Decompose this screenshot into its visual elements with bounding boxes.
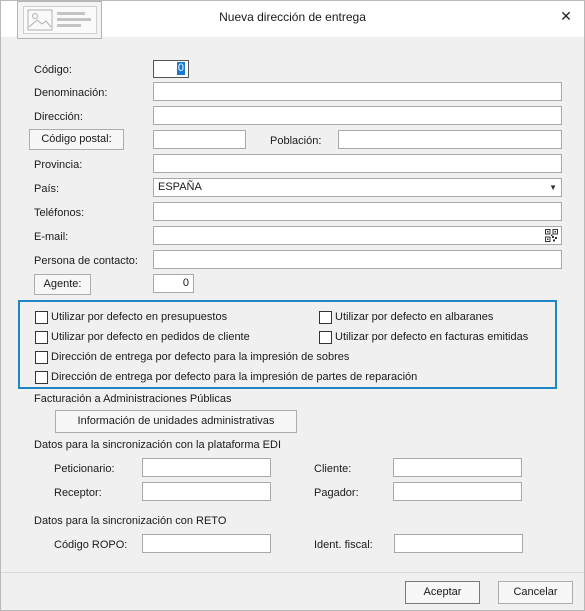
facturas-checkbox[interactable] [319,331,332,344]
agente-input[interactable]: 0 [153,274,194,293]
title-bar: Nueva dirección de entrega ✕ [1,1,584,39]
persona-contacto-label: Persona de contacto: [34,255,138,267]
direccion-input[interactable] [153,106,562,125]
receptor-label: Receptor: [54,487,102,499]
codigo-ropo-input[interactable] [142,534,271,553]
pagador-label: Pagador: [314,487,359,499]
reto-heading: Datos para la sincronización con RETO [34,515,227,527]
footer-bar [1,572,584,610]
administraciones-heading: Facturación a Administraciones Públicas [34,393,232,405]
pedidos-checkbox[interactable] [35,331,48,344]
receptor-input[interactable] [142,482,271,501]
poblacion-label: Población: [270,135,322,147]
dialog-window: Nueva dirección de entrega ✕ Código: 0 D… [0,0,585,611]
codigo-postal-input[interactable] [153,130,246,149]
denominacion-input[interactable] [153,82,562,101]
qr-code-icon[interactable] [545,229,558,242]
cancel-button[interactable]: Cancelar [498,581,573,604]
facturas-label[interactable]: Utilizar por defecto en facturas emitida… [335,331,528,343]
sobres-checkbox[interactable] [35,351,48,364]
presupuestos-label[interactable]: Utilizar por defecto en presupuestos [51,311,227,323]
dropdown-arrow-icon[interactable]: ▼ [549,179,557,196]
ident-fiscal-label: Ident. fiscal: [314,539,373,551]
peticionario-label: Peticionario: [54,463,115,475]
poblacion-input[interactable] [338,130,562,149]
pedidos-label[interactable]: Utilizar por defecto en pedidos de clien… [51,331,250,343]
pais-value: ESPAÑA [158,181,202,193]
close-icon[interactable]: ✕ [556,6,576,26]
presupuestos-checkbox[interactable] [35,311,48,324]
window-title: Nueva dirección de entrega [219,10,366,24]
persona-contacto-input[interactable] [153,250,562,269]
cliente-input[interactable] [393,458,522,477]
pais-select[interactable]: ESPAÑA ▼ [153,178,562,197]
pais-label: País: [34,183,60,195]
email-input[interactable] [153,226,562,245]
codigo-label: Código: [34,64,72,76]
albaranes-checkbox[interactable] [319,311,332,324]
albaranes-label[interactable]: Utilizar por defecto en albaranes [335,311,493,323]
direccion-label: Dirección: [34,111,83,123]
provincia-label: Provincia: [34,159,83,171]
pagador-input[interactable] [393,482,522,501]
cliente-label: Cliente: [314,463,352,475]
accept-button[interactable]: Aceptar [405,581,480,604]
codigo-ropo-label: Código ROPO: [54,539,128,551]
partes-label[interactable]: Dirección de entrega por defecto para la… [51,371,417,383]
edi-heading: Datos para la sincronización con la plat… [34,439,282,451]
agente-button[interactable]: Agente: [34,274,91,295]
provincia-input[interactable] [153,154,562,173]
telefonos-label: Teléfonos: [34,207,85,219]
peticionario-input[interactable] [142,458,271,477]
codigo-postal-button[interactable]: Código postal: [29,129,124,150]
telefonos-input[interactable] [153,202,562,221]
unidades-administrativas-button[interactable]: Información de unidades administrativas [55,410,297,433]
denominacion-label: Denominación: [34,87,108,99]
ident-fiscal-input[interactable] [394,534,523,553]
sobres-label[interactable]: Dirección de entrega por defecto para la… [51,351,349,363]
codigo-input[interactable]: 0 [153,60,189,78]
partes-checkbox[interactable] [35,371,48,384]
email-label: E-mail: [34,231,69,243]
